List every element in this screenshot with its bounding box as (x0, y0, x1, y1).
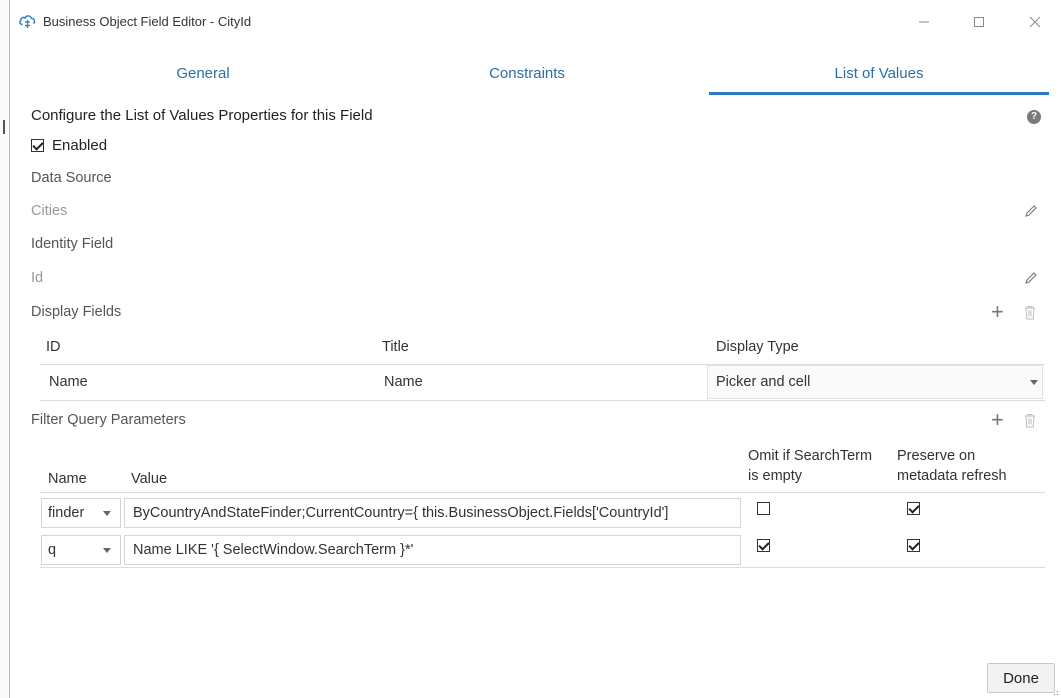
identity-field-value: Id (31, 270, 44, 286)
close-icon (1029, 16, 1041, 28)
preserve-header-line1: Preserve on (897, 448, 976, 464)
preserve-on-refresh-checkbox[interactable] (907, 502, 920, 515)
edit-identity-field-pencil-icon[interactable] (1024, 271, 1038, 285)
display-col-id-header: ID (46, 339, 61, 355)
done-button[interactable]: Done (987, 663, 1055, 693)
title-bar: Business Object Field Editor - CityId (10, 0, 1061, 44)
omit-header-line1: Omit if SearchTerm (748, 448, 873, 464)
minimize-button[interactable] (912, 10, 936, 34)
filter-col-name-header: Name (48, 471, 87, 487)
identity-field-label: Identity Field (31, 236, 114, 252)
delete-filter-param-trash-icon[interactable] (1024, 413, 1036, 428)
chevron-down-icon (103, 548, 111, 553)
tab-list-of-values[interactable]: List of Values (709, 58, 1049, 95)
filter-params-label: Filter Query Parameters (31, 412, 186, 428)
window-title: Business Object Field Editor - CityId (43, 14, 252, 29)
enabled-label: Enabled (52, 137, 108, 154)
display-type-select[interactable]: Picker and cell (707, 365, 1043, 399)
cloud-app-icon (19, 15, 36, 28)
chevron-down-icon (1030, 380, 1038, 385)
preserve-on-refresh-checkbox[interactable] (907, 539, 920, 552)
filter-value-input[interactable]: Name LIKE '{ SelectWindow.SearchTerm }*' (124, 535, 741, 565)
filter-value-text: ByCountryAndStateFinder;CurrentCountry={… (133, 505, 669, 521)
background-strip (0, 0, 9, 698)
filter-name-select[interactable]: q (41, 535, 121, 565)
minimize-icon (919, 21, 929, 23)
background-mark (3, 120, 5, 134)
display-fields-label: Display Fields (31, 304, 122, 320)
delete-display-field-trash-icon[interactable] (1024, 305, 1036, 320)
display-col-type-header: Display Type (716, 339, 799, 355)
enabled-checkbox[interactable] (31, 139, 44, 152)
filter-col-preserve-header: Preserve on metadata refresh (897, 446, 1007, 486)
filter-col-value-header: Value (131, 471, 168, 487)
preserve-header-line2: metadata refresh (897, 468, 1007, 484)
field-editor-dialog: Business Object Field Editor - CityId Ge… (9, 0, 1061, 698)
tab-constraints[interactable]: Constraints (452, 58, 602, 92)
display-row-id: Name (49, 374, 88, 390)
filter-name-select[interactable]: finder (41, 498, 121, 528)
tab-general[interactable]: General (128, 58, 278, 92)
data-source-label: Data Source (31, 170, 112, 186)
maximize-button[interactable] (967, 10, 991, 34)
section-heading: Configure the List of Values Properties … (31, 107, 373, 124)
maximize-icon (974, 17, 984, 27)
omit-if-empty-checkbox[interactable] (757, 539, 770, 552)
filter-col-omit-header: Omit if SearchTerm is empty (748, 446, 872, 486)
filter-value-text: Name LIKE '{ SelectWindow.SearchTerm }*' (133, 542, 414, 558)
display-row-title: Name (384, 374, 423, 390)
display-col-title-header: Title (382, 339, 409, 355)
data-source-value: Cities (31, 203, 68, 219)
add-display-field-plus-icon[interactable]: + (991, 301, 1004, 323)
filter-row-divider (40, 567, 1045, 568)
chevron-down-icon (103, 511, 111, 516)
filter-value-input[interactable]: ByCountryAndStateFinder;CurrentCountry={… (124, 498, 741, 528)
display-row-divider (40, 400, 1045, 401)
resize-grip-icon[interactable] (1051, 688, 1059, 696)
close-button[interactable] (1023, 10, 1047, 34)
help-icon[interactable]: ? (1027, 110, 1041, 124)
omit-if-empty-checkbox[interactable] (757, 502, 770, 515)
filter-name-value: q (48, 542, 57, 558)
display-type-value: Picker and cell (716, 374, 811, 390)
omit-header-line2: is empty (748, 468, 802, 484)
add-filter-param-plus-icon[interactable]: + (991, 409, 1004, 431)
edit-data-source-pencil-icon[interactable] (1024, 204, 1038, 218)
filter-name-value: finder (48, 505, 85, 521)
filter-header-divider (40, 492, 1045, 493)
